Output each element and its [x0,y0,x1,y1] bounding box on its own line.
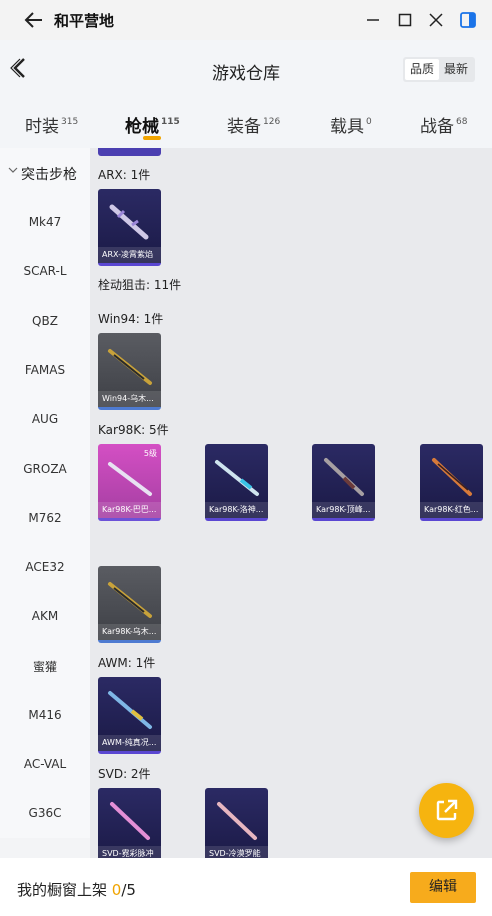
sidebar-item-mk47[interactable]: Mk47 [0,215,90,229]
sort-quality-button[interactable]: 品质 [405,59,439,80]
section-title: SVD: 2件 [98,767,151,781]
rifle-icon [108,582,152,618]
showcase-status: 我的橱窗上架 0/5 [17,879,136,900]
weapon-card-label: AWM-纯真况... [98,735,161,751]
weapon-card-label: SVD-霓彩脉冲 [98,846,161,858]
sort-newest-button[interactable]: 最新 [439,59,473,80]
weapon-card[interactable]: ARX-凌霄紫焰 [98,189,161,266]
active-tab-indicator [143,136,161,140]
maximize-icon[interactable] [395,10,415,30]
chevron-down-icon [8,167,18,173]
edit-button[interactable]: 编辑 [410,872,476,903]
sidebar-item-m762[interactable]: M762 [0,511,90,525]
tab-fashion[interactable]: 时装 315 [25,112,78,137]
sidebar-group-label: 突击步枪 [21,167,77,183]
weapon-card-label: Win94-乌木... [98,391,161,407]
sidebar-item-g36c[interactable]: G36C [0,806,90,820]
tab-count: 0 [366,117,372,127]
section-title: ARX: 1件 [98,168,151,182]
weapon-type-sidebar: 突击步枪 Mk47 SCAR-L QBZ FAMAS AUG GROZA M76… [0,148,90,838]
showcase-count: 0 [111,881,122,899]
section-title: 栓动狙击: 11件 [98,278,182,292]
rifle-icon [432,458,472,496]
weapon-card[interactable]: SVD-冷漠罗能 [205,788,268,858]
tab-preparation[interactable]: 战备 68 [420,112,467,137]
sidebar-item-qbz[interactable]: QBZ [0,314,90,328]
weapon-card[interactable]: 5级 Kar98K-巴巴... [98,444,161,521]
showcase-bar: 我的橱窗上架 0/5 编辑 [0,858,492,916]
weapon-card-label: Kar98K-红色... [420,502,483,518]
page-header: 游戏仓库 品质 最新 [0,40,492,98]
rifle-icon [217,802,257,840]
tab-label: 枪械 [125,117,159,137]
tab-label: 时装 [25,117,59,137]
rifle-icon [108,349,152,385]
tab-count: 126 [263,117,281,127]
back-arrow-icon[interactable] [22,8,46,32]
showcase-total: /5 [121,881,136,899]
window-titlebar: 和平营地 [0,0,492,40]
sidebar-item-ace32[interactable]: ACE32 [0,560,90,574]
tab-firearms[interactable]: 枪械 115 [125,112,180,137]
weapon-card[interactable]: SVD-霓彩脉冲 [98,788,161,858]
showcase-label: 我的橱窗上架 [17,881,108,899]
weapon-card[interactable]: Kar98K-顶峰... [312,444,375,521]
weapon-card[interactable]: Kar98K-红色... [420,444,483,521]
tab-label: 战备 [420,117,454,137]
sidebar-item-aug[interactable]: AUG [0,412,90,426]
sidebar-item-famas[interactable]: FAMAS [0,363,90,377]
section-title: Win94: 1件 [98,312,164,326]
rifle-icon [110,802,150,840]
tab-equipment[interactable]: 装备 126 [227,112,280,137]
weapon-card-label: Kar98K-洛神... [205,502,268,518]
tab-count: 115 [161,117,180,127]
weapon-card-label: ARX-凌霄紫焰 [98,247,161,263]
external-link-icon [436,799,458,821]
category-tabs: 时装 315 枪械 115 装备 126 载具 0 战备 68 [0,98,492,148]
weapon-card-label: Kar98K-巴巴... [98,502,161,518]
weapon-card-label: Kar98K-乌木... [98,624,161,640]
weapon-card[interactable]: Win94-乌木... [98,333,161,410]
rifle-icon [109,204,149,240]
weapon-list: ARX: 1件 ARX-凌霄紫焰 栓动狙击: 11件 Win94: 1件 Win… [90,148,492,858]
tab-label: 装备 [227,117,261,137]
weapon-card[interactable]: Kar98K-乌木... [98,566,161,643]
card-edge [98,148,161,156]
weapon-level-badge: 5级 [143,449,157,458]
rifle-icon [215,460,259,496]
sidebar-item-m416[interactable]: M416 [0,708,90,722]
sort-toggle: 品质 最新 [403,57,475,82]
share-button[interactable] [419,783,474,838]
tab-count: 68 [456,117,468,127]
tab-vehicles[interactable]: 载具 0 [330,112,372,137]
sidebar-toggle-icon[interactable] [458,10,478,30]
sidebar-item-scar-l[interactable]: SCAR-L [0,264,90,278]
weapon-card-label: SVD-冷漠罗能 [205,846,268,858]
sidebar-item-honey-badger[interactable]: 蜜獾 [0,658,90,675]
tab-count: 315 [61,117,79,127]
weapon-card[interactable]: Kar98K-洛神... [205,444,268,521]
section-title: AWM: 1件 [98,656,156,670]
minimize-icon[interactable] [363,10,383,30]
sidebar-item-groza[interactable]: GROZA [0,462,90,476]
section-title: Kar98K: 5件 [98,423,169,437]
rifle-icon [324,458,364,496]
sidebar-item-akm[interactable]: AKM [0,609,90,623]
close-icon[interactable] [426,10,446,30]
weapon-card[interactable]: AWM-纯真况... [98,677,161,754]
weapon-card-label: Kar98K-顶峰... [312,502,375,518]
rifle-icon [108,691,152,729]
tab-label: 载具 [330,117,364,137]
window-title: 和平营地 [54,12,115,30]
sidebar-item-ac-val[interactable]: AC-VAL [0,757,90,771]
